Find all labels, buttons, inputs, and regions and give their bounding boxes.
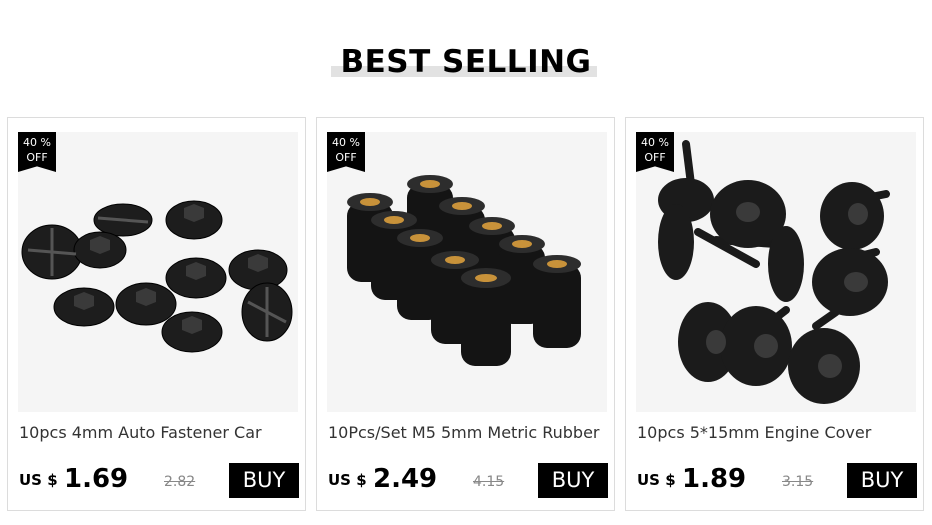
product-card[interactable]: 40 % OFF 10pcs 4mm Auto Fastener Car US …: [7, 117, 306, 511]
discount-badge: 40 % OFF: [636, 132, 674, 172]
price-row: US $ 2.49 4.15 BUY: [328, 463, 608, 499]
currency-label: US $: [328, 471, 367, 489]
discount-badge: 40 % OFF: [18, 132, 56, 172]
discount-percent: 40 %: [332, 136, 360, 149]
product-image[interactable]: 40 % OFF: [327, 132, 607, 412]
product-image[interactable]: 40 % OFF: [636, 132, 916, 412]
rubber-well-nuts-image: [327, 132, 607, 412]
discount-off-label: OFF: [26, 151, 48, 164]
discount-percent: 40 %: [641, 136, 669, 149]
currency-label: US $: [19, 471, 58, 489]
sale-price: 1.69: [64, 464, 129, 494]
product-image[interactable]: 40 % OFF: [18, 132, 298, 412]
currency-label: US $: [637, 471, 676, 489]
buy-button[interactable]: BUY: [229, 463, 299, 498]
discount-off-label: OFF: [335, 151, 357, 164]
discount-percent: 40 %: [23, 136, 51, 149]
discount-off-label: OFF: [644, 151, 666, 164]
discount-badge: 40 % OFF: [327, 132, 365, 172]
price-row: US $ 1.69 2.82 BUY: [19, 463, 299, 499]
price-row: US $ 1.89 3.15 BUY: [637, 463, 917, 499]
buy-button[interactable]: BUY: [847, 463, 917, 498]
plastic-nut-clips-image: [18, 132, 298, 412]
product-card[interactable]: 40 % OFF 10pcs 5*15mm Engine Cover US $ …: [625, 117, 924, 511]
section-title: BEST SELLING: [340, 44, 592, 80]
product-title[interactable]: 10pcs 4mm Auto Fastener Car: [19, 423, 299, 442]
buy-button[interactable]: BUY: [538, 463, 608, 498]
original-price: 4.15: [473, 474, 505, 490]
original-price: 3.15: [782, 474, 814, 490]
original-price: 2.82: [164, 474, 196, 490]
product-title[interactable]: 10pcs 5*15mm Engine Cover: [637, 423, 917, 442]
torx-screws-image: [636, 132, 916, 412]
sale-price: 2.49: [373, 464, 438, 494]
product-card[interactable]: 40 % OFF 10Pcs/Set M5 5mm Metric Rubber …: [316, 117, 615, 511]
product-title[interactable]: 10Pcs/Set M5 5mm Metric Rubber: [328, 423, 608, 442]
sale-price: 1.89: [682, 464, 747, 494]
section-heading: BEST SELLING: [0, 42, 932, 82]
